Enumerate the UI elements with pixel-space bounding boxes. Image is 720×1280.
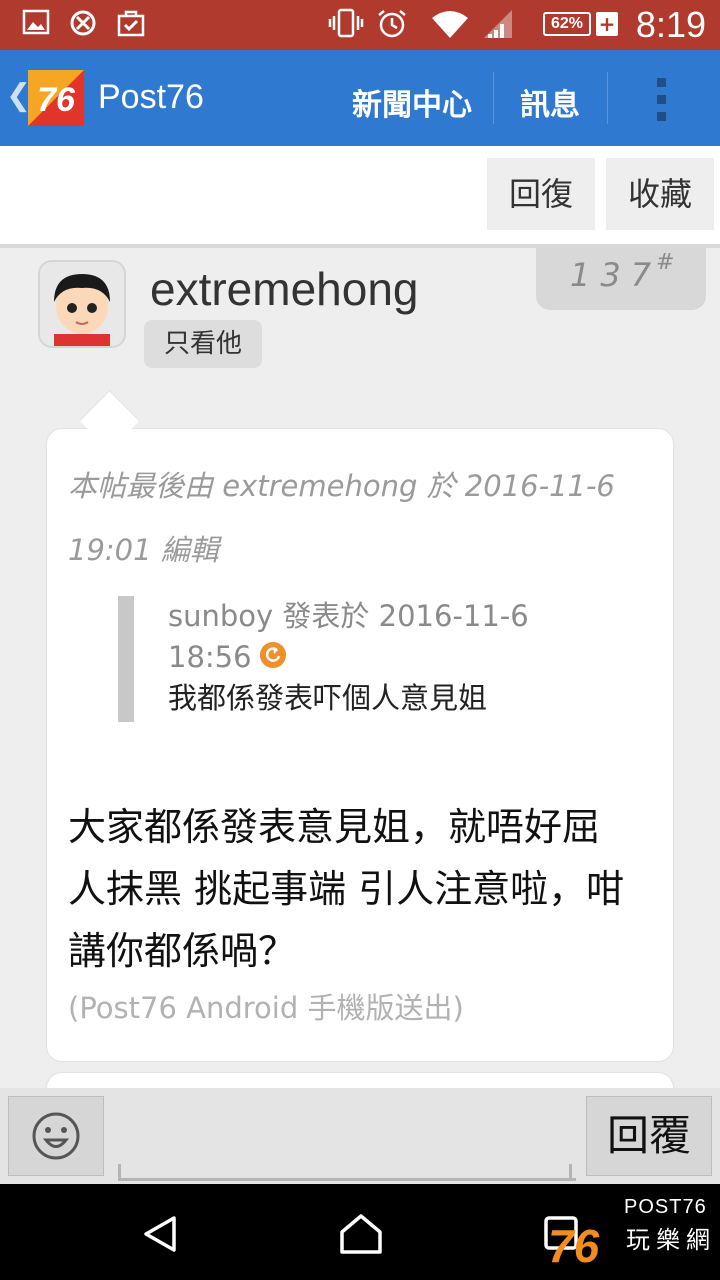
quote-time: 18:56 xyxy=(168,640,252,674)
watermark-digits: 76 xyxy=(548,1224,600,1268)
watermark-cjk: 玩樂網 xyxy=(626,1226,716,1254)
avatar[interactable] xyxy=(38,260,126,348)
back-icon[interactable] xyxy=(140,1214,180,1254)
nav-messages[interactable]: 訊息 xyxy=(520,80,580,124)
quote-bar xyxy=(118,596,134,722)
user-avatar-icon xyxy=(40,262,124,346)
jump-to-post-icon[interactable] xyxy=(260,642,286,668)
post-signature[interactable]: (Post76 Android 手機版送出) xyxy=(68,986,464,1030)
system-nav-bar: 76 POST76 玩樂網 xyxy=(0,1184,720,1280)
signal-icon xyxy=(484,10,512,38)
no-sync-icon xyxy=(70,10,96,36)
reply-input[interactable] xyxy=(118,1098,576,1181)
status-bar: 62% + 8:19 xyxy=(0,0,720,50)
edit-note: 本帖最後由 extremehong 於 2016-11-6 19:01 編輯 xyxy=(68,469,615,567)
username[interactable]: extremehong xyxy=(150,262,419,316)
logo-text: 76 xyxy=(37,81,76,119)
post-toolbar: 回復 收藏 xyxy=(0,146,720,248)
alarm-icon xyxy=(378,10,406,38)
app-title: Post76 xyxy=(98,78,204,116)
quote-author: sunboy 發表於 2016-11-6 xyxy=(168,599,529,633)
post76-logo-icon[interactable]: 76 xyxy=(28,70,84,126)
input-underline-tick xyxy=(569,1164,572,1178)
overflow-menu-icon[interactable] xyxy=(656,78,668,122)
bag-check-icon xyxy=(117,10,145,37)
vibrate-icon xyxy=(328,8,364,38)
wifi-icon xyxy=(432,11,468,38)
send-reply-button[interactable]: 回覆 xyxy=(586,1096,712,1176)
app-bar: ❮ 76 Post76 新聞中心 訊息 xyxy=(0,50,720,146)
image-icon xyxy=(22,9,50,35)
quote-text: 我都係發表吓個人意見姐 xyxy=(168,681,488,715)
floor-hash: # xyxy=(656,250,675,275)
floor-badge: 137 # xyxy=(536,246,706,310)
emoji-button[interactable] xyxy=(8,1096,104,1176)
battery-indicator: 62% xyxy=(543,12,591,36)
nav-news-center[interactable]: 新聞中心 xyxy=(352,80,472,124)
favorite-button[interactable]: 收藏 xyxy=(606,158,714,230)
reply-button[interactable]: 回復 xyxy=(487,158,595,230)
watermark-logo-icon: 76 xyxy=(548,1224,600,1268)
nav-divider xyxy=(607,72,608,124)
home-icon[interactable] xyxy=(338,1212,384,1256)
charging-icon: + xyxy=(596,12,618,36)
reply-bar: 回覆 xyxy=(0,1088,720,1184)
input-underline-tick xyxy=(118,1164,121,1178)
post-body: 大家都係發表意見姐，就唔好屈人抹黑 挑起事端 引人注意啦，咁講你都係喎？ xyxy=(68,805,625,973)
watermark-brand: POST76 xyxy=(624,1196,707,1218)
only-him-button[interactable]: 只看他 xyxy=(144,320,262,368)
nav-divider xyxy=(493,72,494,124)
clock: 8:19 xyxy=(635,4,706,45)
floor-number: 137 xyxy=(570,256,662,294)
smiley-icon xyxy=(32,1112,80,1160)
